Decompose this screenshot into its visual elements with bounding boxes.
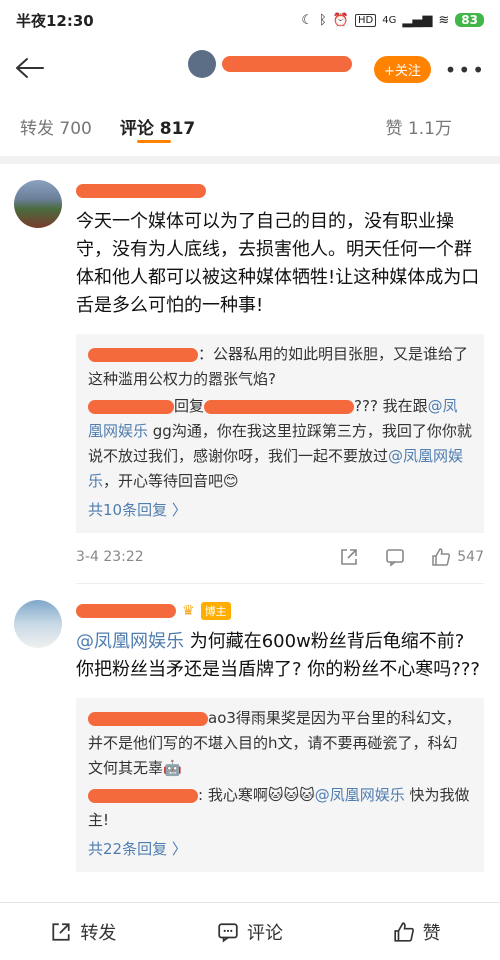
status-bar: 半夜12:30 ☾ ᛒ ⏰ HD 4G ▂▄▆ ≋ 83 (0, 0, 500, 40)
commenter-name-row: ♛ 博主 (76, 598, 484, 624)
reply-text: ??? 我在跟 (354, 397, 428, 415)
redacted-reply-name (88, 399, 174, 414)
tab-comments[interactable]: 评论 817 (120, 114, 195, 139)
post-author[interactable] (188, 50, 352, 78)
reply-item: : 我心寒啊🐱🐱🐱@凤凰网娱乐 快为我做主! (88, 783, 472, 833)
battery-badge: 83 (455, 13, 484, 27)
reply-label: 回复 (174, 397, 205, 415)
signal-label: 4G (382, 14, 397, 26)
active-tab-indicator (137, 140, 171, 143)
reply-item: ao3得雨果奖是因为平台里的科幻文，并不是他们写的不堪入目的h文，请不要再碰瓷了… (88, 706, 472, 781)
author-avatar[interactable] (188, 50, 216, 78)
redacted-reply-name (88, 347, 198, 362)
commenter-name-row (76, 178, 484, 204)
share-icon[interactable] (339, 547, 359, 567)
redacted-commenter-name (76, 604, 176, 618)
comment-actions: 547 (339, 547, 484, 567)
bluetooth-icon: ᛒ (319, 12, 327, 28)
repost-label: 转发 (80, 922, 117, 944)
hd-icon: HD (355, 13, 377, 27)
back-arrow-icon (16, 58, 44, 78)
reply-item: 回复??? 我在跟@凤凰网娱乐 gg沟通，你在我这里拉踩第三方，我回了你你就说不… (88, 394, 472, 494)
more-menu-icon[interactable]: ••• (445, 58, 486, 82)
status-time: 半夜12:30 (16, 11, 94, 30)
view-more-replies-link[interactable]: 共22条回复 〉 (88, 837, 472, 862)
back-button[interactable] (12, 50, 48, 86)
tab-repost[interactable]: 转发 700 (20, 114, 92, 139)
comment-text: @凤凰网娱乐 为何藏在600w粉丝背后龟缩不前? 你把粉丝当矛还是当盾牌了? 你… (76, 628, 484, 684)
comment-icon (218, 922, 238, 943)
redacted-author-name (222, 56, 352, 72)
reply-text: ，开心等待回音吧😊 (103, 472, 239, 490)
mention-link[interactable]: @凤凰网娱乐 (315, 786, 405, 804)
vip-crown-icon: ♛ (182, 603, 195, 619)
redacted-mention (204, 399, 355, 414)
comment-text: 今天一个媒体可以为了自己的目的，没有职业操守，没有为人底线，去损害他人。明天任何… (76, 211, 480, 316)
repost-button[interactable]: 转发 (0, 919, 167, 945)
view-more-replies-link[interactable]: 共10条回复 〉 (88, 498, 472, 523)
reply-text: : 我心寒啊🐱🐱🐱 (198, 786, 315, 804)
thumbs-up-icon (394, 921, 414, 942)
tab-likes[interactable]: 赞 1.1万 (386, 114, 452, 139)
comment-icon[interactable] (385, 547, 405, 567)
redacted-reply-name (88, 711, 208, 726)
moon-icon: ☾ (301, 12, 314, 28)
like-label: 赞 (422, 922, 441, 944)
weibo-comment-page: 半夜12:30 ☾ ᛒ ⏰ HD 4G ▂▄▆ ≋ 83 +关注 ••• 转发 … (0, 0, 500, 960)
mention-link[interactable]: @凤凰网娱乐 (76, 631, 184, 652)
commenter-avatar[interactable] (14, 180, 62, 228)
tab-bar: 转发 700 评论 817 赞 1.1万 (0, 96, 500, 156)
section-separator (0, 156, 500, 164)
redacted-reply-name (88, 788, 198, 803)
wifi-icon: ≋ (438, 12, 450, 28)
signal-icon: ▂▄▆ (402, 12, 433, 28)
like-count: 547 (457, 549, 484, 565)
alarm-icon: ⏰ (332, 12, 350, 28)
comment-footer: 3-4 23:22 547 (76, 537, 484, 577)
commenter-avatar[interactable] (14, 600, 62, 648)
reply-box[interactable]: ：公器私用的如此明目张胆，又是谁给了这种滥用公权力的嚣张气焰? 回复 ??? 我在… (76, 334, 484, 533)
bottom-action-bar: 转发 评论 赞 (0, 902, 500, 960)
follow-button[interactable]: +关注 (374, 56, 431, 83)
reply-box[interactable]: ao3得雨果奖是因为平台里的科幻文，并不是他们写的不堪入目的h文，请不要再碰瓷了… (76, 698, 484, 872)
comment-item: ♛ 博主 @凤凰网娱乐 为何藏在600w粉丝背后龟缩不前? 你把粉丝当矛还是当盾… (0, 584, 500, 872)
thumbs-up-icon (432, 548, 451, 566)
redacted-commenter-name (76, 184, 206, 198)
comment-button[interactable]: 评论 (167, 919, 334, 945)
like-button[interactable]: 547 (431, 547, 484, 567)
repost-icon (52, 922, 70, 941)
comment-item: 今天一个媒体可以为了自己的目的，没有职业操守，没有为人底线，去损害他人。明天任何… (0, 164, 500, 584)
like-button[interactable]: 赞 (333, 919, 500, 945)
status-icons: ☾ ᛒ ⏰ HD 4G ▂▄▆ ≋ 83 (301, 13, 484, 28)
comment-label: 评论 (247, 922, 283, 944)
comment-time: 3-4 23:22 (76, 549, 144, 565)
top-nav: +关注 ••• (0, 40, 500, 96)
author-badge: 博主 (200, 602, 231, 620)
reply-item: ：公器私用的如此明目张胆，又是谁给了这种滥用公权力的嚣张气焰? (88, 342, 472, 392)
